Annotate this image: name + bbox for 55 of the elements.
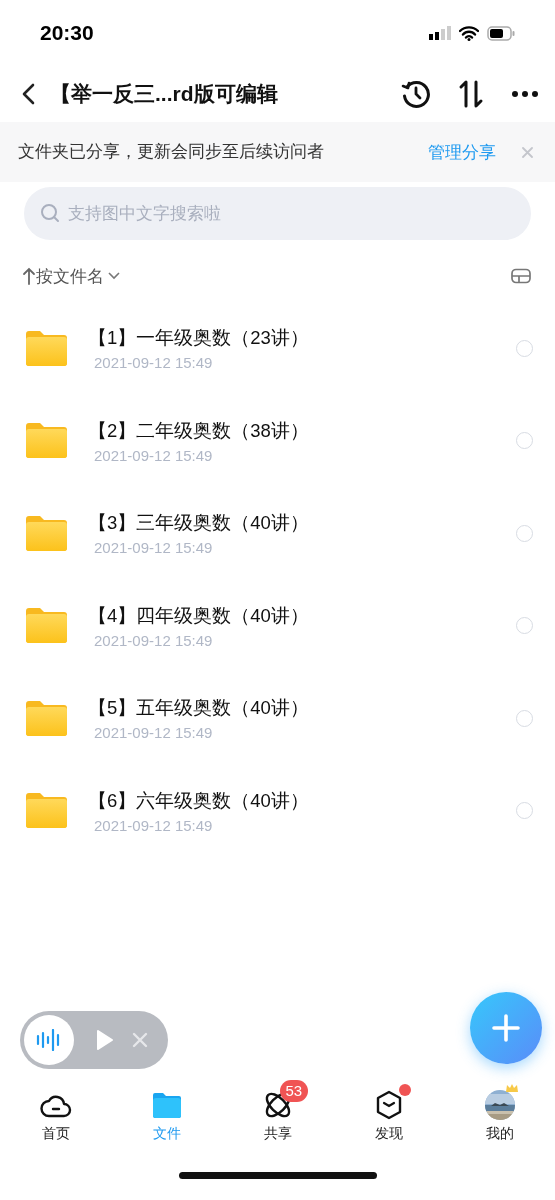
folder-date: 2021-09-12 15:49	[94, 539, 214, 557]
tab[interactable]: 首页	[0, 1078, 111, 1150]
search-icon	[40, 203, 60, 223]
folder-name: 【1】一年级奥数（23讲）	[88, 326, 310, 351]
file-row[interactable]: 【4】四年级奥数（40讲） 2021-09-12 15:49	[0, 579, 555, 672]
folder-icon	[26, 700, 67, 736]
sound-wave-icon	[36, 1029, 62, 1051]
folder-date: 2021-09-12 15:49	[94, 816, 214, 834]
battery-icon	[487, 25, 515, 41]
folder-name: 【2】二年级奥数（38讲）	[88, 418, 310, 443]
chevron-down-icon	[107, 271, 121, 281]
add-button[interactable]	[470, 992, 542, 1064]
folder-date: 2021-09-12 15:49	[94, 724, 214, 742]
more-icon[interactable]	[511, 90, 539, 98]
tab[interactable]: 53 共享	[222, 1078, 333, 1150]
file-row[interactable]: 【6】六年级奥数（40讲） 2021-09-12 15:49	[0, 764, 555, 857]
signal-icon	[429, 26, 451, 40]
plus-icon	[492, 1014, 520, 1042]
file-row[interactable]: 【5】五年级奥数（40讲） 2021-09-12 15:49	[0, 672, 555, 765]
play-icon[interactable]	[96, 1029, 114, 1051]
sort-icon[interactable]	[457, 79, 485, 109]
folder-name: 【5】五年级奥数（40讲）	[88, 696, 310, 721]
wifi-icon	[459, 25, 479, 41]
folder-icon	[26, 793, 67, 829]
folder-icon	[26, 515, 67, 551]
close-icon[interactable]	[132, 1032, 148, 1048]
folder-name: 【4】四年级奥数（40讲）	[88, 603, 310, 628]
crown-icon	[504, 1083, 519, 1093]
search-field[interactable]: 支持图中文字搜索啦	[24, 187, 531, 240]
folder-date: 2021-09-12 15:49	[94, 631, 214, 649]
folder-icon	[152, 1092, 181, 1118]
home-indicator[interactable]	[178, 1171, 377, 1179]
file-row[interactable]: 【1】一年级奥数（23讲） 2021-09-12 15:49	[0, 302, 555, 395]
close-icon[interactable]	[522, 146, 533, 158]
voice-button[interactable]	[24, 1015, 74, 1065]
folder-icon	[26, 608, 67, 644]
arrow-up-icon	[22, 267, 36, 285]
status-time: 20:30	[40, 21, 94, 45]
folder-icon	[26, 330, 67, 366]
folder-date: 2021-09-12 15:49	[94, 354, 214, 372]
share-notice: 文件夹已分享，更新会同步至后续访问者	[18, 141, 325, 162]
view-toggle-icon[interactable]	[511, 268, 531, 284]
sort-by-name-button[interactable]: 按文件名	[36, 264, 121, 288]
tab[interactable]: 我的	[444, 1078, 555, 1150]
folder-date: 2021-09-12 15:49	[94, 446, 214, 464]
tab[interactable]: 发现	[333, 1078, 444, 1150]
cube-icon	[374, 1090, 403, 1120]
folder-title: 【举一反三...rd版可编辑	[50, 81, 279, 107]
count-badge: 53	[279, 1080, 309, 1102]
folder-name: 【3】三年级奥数（40讲）	[88, 511, 310, 536]
folder-icon	[26, 423, 67, 459]
history-icon[interactable]	[401, 79, 431, 109]
file-row[interactable]: 【3】三年级奥数（40讲） 2021-09-12 15:49	[0, 487, 555, 580]
folder-name: 【6】六年级奥数（40讲）	[88, 788, 310, 813]
file-row[interactable]: 【2】二年级奥数（38讲） 2021-09-12 15:49	[0, 394, 555, 487]
